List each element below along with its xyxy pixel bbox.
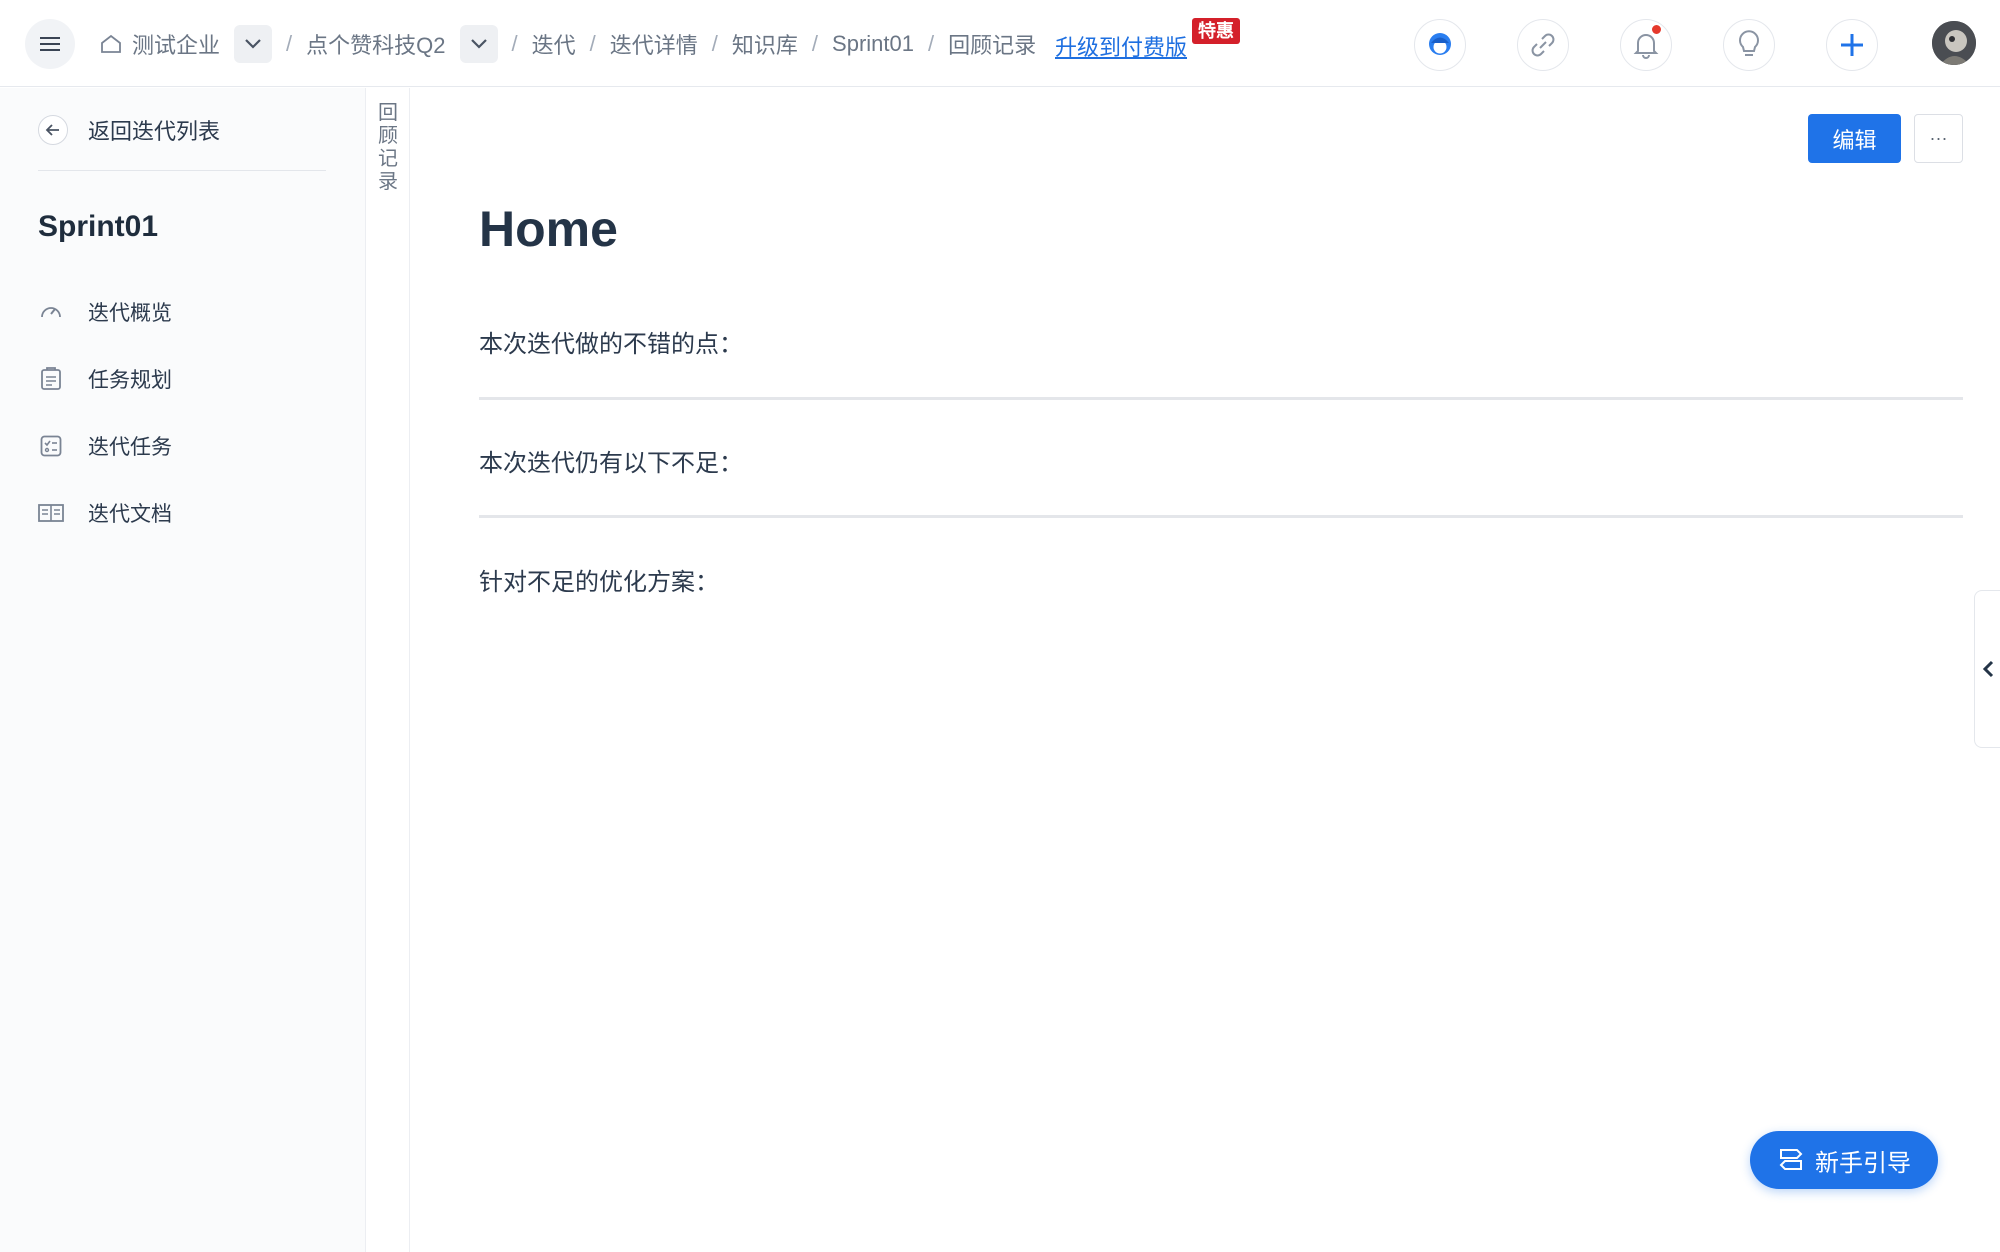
chevron-left-icon xyxy=(1982,660,1993,678)
doc-divider xyxy=(479,397,1963,400)
task-list-icon xyxy=(38,433,64,459)
doc-paragraph-improvements: 针对不足的优化方案： xyxy=(479,569,719,596)
arrow-left-icon xyxy=(38,115,68,145)
chevron-down-icon xyxy=(470,39,487,49)
clipboard-icon xyxy=(38,366,64,392)
book-icon xyxy=(38,500,64,526)
guide-label: 新手引导 xyxy=(1815,1149,1911,1177)
upgrade-link[interactable]: 升级到付费版 xyxy=(1055,30,1187,62)
sidebar-item-iteration-docs[interactable]: 迭代文档 xyxy=(38,479,172,546)
breadcrumb-separator: / xyxy=(711,31,718,56)
user-avatar[interactable] xyxy=(1932,21,1976,65)
breadcrumb-separator: / xyxy=(286,31,293,56)
notification-dot xyxy=(1651,24,1662,35)
top-bar: 测试企业 / 点个赞科技Q2 / 迭代 / 迭代详情 / 知识库 / Sprin… xyxy=(0,0,2000,87)
plus-icon xyxy=(1841,34,1863,56)
notification-button[interactable] xyxy=(1620,19,1672,71)
sidebar-item-task-planning[interactable]: 任务规划 xyxy=(38,345,172,412)
breadcrumb-project[interactable]: 点个赞科技Q2 xyxy=(306,28,445,60)
expand-panel-handle[interactable] xyxy=(1974,590,2000,748)
sidebar-item-label: 迭代任务 xyxy=(88,435,172,459)
breadcrumb-knowledge-base[interactable]: 知识库 xyxy=(732,28,798,60)
breadcrumb-separator: / xyxy=(928,31,935,56)
sidebar-item-label: 任务规划 xyxy=(88,368,172,392)
link-button[interactable] xyxy=(1517,19,1569,71)
breadcrumb-separator: / xyxy=(511,31,518,56)
link-icon xyxy=(1531,33,1555,57)
beginner-guide-button[interactable]: 新手引导 xyxy=(1750,1131,1938,1189)
breadcrumb: 测试企业 / 点个赞科技Q2 / 迭代 / 迭代详情 / 知识库 / Sprin… xyxy=(100,22,1036,66)
home-icon xyxy=(100,34,122,54)
sidebar-item-label: 迭代概览 xyxy=(88,301,172,325)
lightbulb-icon xyxy=(1739,30,1759,56)
breadcrumb-enterprise[interactable]: 测试企业 xyxy=(100,28,220,60)
guide-icon xyxy=(1777,1147,1805,1173)
project-dropdown-button[interactable] xyxy=(459,25,498,63)
breadcrumb-sprint[interactable]: Sprint01 xyxy=(832,31,914,57)
sprint-title: Sprint01 xyxy=(38,210,159,243)
vertical-tab[interactable]: 回顾记录 xyxy=(366,88,410,1252)
breadcrumb-iteration[interactable]: 迭代 xyxy=(532,28,576,60)
support-button[interactable] xyxy=(1414,19,1466,71)
sidebar-item-iteration-tasks[interactable]: 迭代任务 xyxy=(38,412,172,479)
sidebar-item-label: 迭代文档 xyxy=(88,502,172,526)
breadcrumb-separator: / xyxy=(589,31,596,56)
back-to-iteration-list[interactable]: 返回迭代列表 xyxy=(38,114,220,146)
sidebar-nav: 迭代概览 任务规划 迭代任务 迭代文档 xyxy=(38,278,172,546)
sidebar-divider xyxy=(38,170,326,171)
avatar-image xyxy=(1932,21,1976,65)
edit-button[interactable]: 编辑 xyxy=(1808,114,1901,163)
doc-paragraph-strengths: 本次迭代做的不错的点： xyxy=(479,331,743,358)
gauge-icon xyxy=(38,299,64,325)
tips-button[interactable] xyxy=(1723,19,1775,71)
support-avatar-icon xyxy=(1429,33,1451,55)
breadcrumb-retrospective: 回顾记录 xyxy=(948,33,1037,58)
chevron-down-icon xyxy=(245,39,261,49)
document-title: Home xyxy=(479,201,618,257)
create-button[interactable] xyxy=(1826,19,1878,71)
menu-button[interactable] xyxy=(25,19,75,69)
enterprise-dropdown-button[interactable] xyxy=(234,25,273,63)
back-label: 返回迭代列表 xyxy=(88,119,221,144)
sidebar: 返回迭代列表 Sprint01 迭代概览 任务规划 迭代任务 迭代文档 xyxy=(0,88,366,1252)
breadcrumb-separator: / xyxy=(811,31,819,56)
main-content: 编辑 ··· Home 本次迭代做的不错的点： 本次迭代仍有以下不足： 针对不足… xyxy=(411,88,2000,1252)
more-icon: ··· xyxy=(1929,128,1948,148)
doc-paragraph-weaknesses: 本次迭代仍有以下不足： xyxy=(479,450,743,477)
menu-icon xyxy=(40,37,60,51)
promo-badge: 特惠 xyxy=(1192,18,1240,44)
doc-divider xyxy=(479,515,1963,518)
bell-icon xyxy=(1633,34,1659,59)
vertical-tab-label: 回顾记录 xyxy=(378,102,398,193)
breadcrumb-iteration-detail[interactable]: 迭代详情 xyxy=(610,28,698,60)
more-options-button[interactable]: ··· xyxy=(1914,114,1963,163)
sidebar-item-overview[interactable]: 迭代概览 xyxy=(38,278,172,345)
